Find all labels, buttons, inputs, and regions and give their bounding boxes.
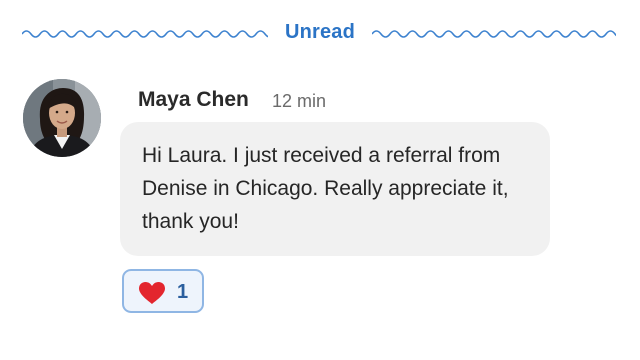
heart-reaction-button[interactable]: 1: [122, 269, 204, 313]
sender-name[interactable]: Maya Chen: [138, 88, 249, 112]
message-bubble[interactable]: Hi Laura. I just received a referral fro…: [120, 122, 550, 256]
avatar[interactable]: [23, 79, 101, 157]
unread-divider: Unread: [0, 18, 640, 50]
message-timestamp: 12 min: [272, 91, 327, 111]
reaction-count: 1: [177, 281, 189, 303]
heart-icon: [139, 282, 165, 304]
profile-photo-icon: [23, 79, 101, 157]
chat-screen: Unread Maya Chen 12 min Hi Laura. I just…: [0, 0, 640, 360]
wavy-line-left: [22, 30, 268, 38]
wavy-line-right: [372, 30, 616, 38]
message-text: Hi Laura. I just received a referral fro…: [142, 144, 509, 233]
unread-label: Unread: [284, 21, 356, 43]
